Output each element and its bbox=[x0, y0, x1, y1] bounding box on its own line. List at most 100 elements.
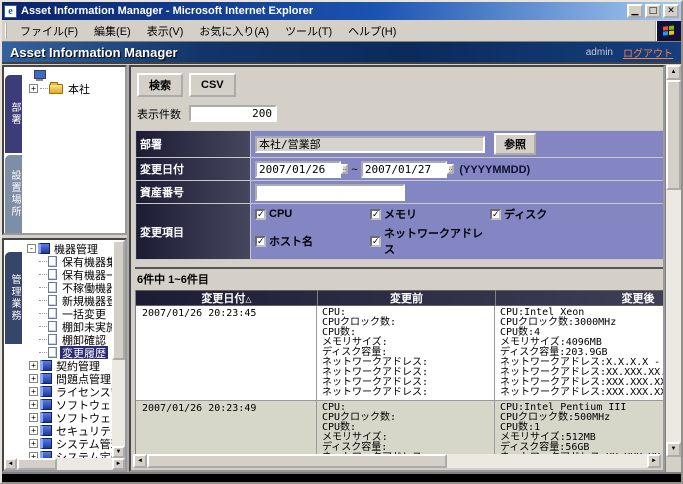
tree-connector bbox=[39, 287, 47, 288]
tree-item-leaf[interactable]: 新規機器登録 bbox=[25, 294, 112, 307]
menu-help[interactable]: ヘルプ(H) bbox=[340, 20, 404, 42]
expand-icon[interactable] bbox=[29, 361, 38, 370]
sidebar-horizontal-scrollbar[interactable] bbox=[4, 458, 125, 470]
expand-icon[interactable] bbox=[29, 387, 38, 396]
tree-connector bbox=[39, 261, 47, 262]
scroll-down-icon[interactable] bbox=[666, 442, 681, 457]
table-row[interactable]: 2007/01/26 20:23:45 CPU: CPUクロック数: CPU数:… bbox=[136, 306, 663, 401]
cell-before: CPU: CPUクロック数: CPU数: メモリサイズ: ディスク容量: ネット… bbox=[317, 306, 495, 400]
checkbox-disk[interactable]: ディスク bbox=[490, 206, 659, 222]
app-header: Asset Information Manager admin ログアウト bbox=[2, 42, 681, 64]
ie-page-icon bbox=[4, 4, 17, 18]
tree-item-group[interactable]: ライセンス管理 bbox=[25, 385, 112, 398]
tree-item-leaf[interactable]: 棚卸確認 bbox=[25, 333, 112, 346]
display-count-input[interactable] bbox=[189, 105, 277, 122]
scroll-down-icon[interactable] bbox=[112, 446, 125, 458]
tree-item-group[interactable]: ソフトウェア適用 bbox=[25, 398, 112, 411]
expand-icon[interactable] bbox=[29, 426, 38, 435]
book-icon bbox=[40, 373, 52, 384]
asset-number-input[interactable] bbox=[255, 183, 405, 201]
checkbox-network-address[interactable]: ネットワークアドレス bbox=[370, 225, 490, 257]
scrollbar-thumb[interactable] bbox=[17, 458, 57, 470]
tab-admin-tasks[interactable]: 管理業務 bbox=[5, 252, 22, 344]
tree-root-network[interactable] bbox=[25, 69, 125, 82]
book-icon bbox=[40, 360, 52, 371]
scroll-right-icon[interactable] bbox=[112, 458, 125, 470]
tree-item-group[interactable]: 契約管理 bbox=[25, 359, 112, 372]
browse-button[interactable]: 参照 bbox=[494, 133, 537, 155]
tree-item-change-history-selected[interactable]: 変更履歴 bbox=[25, 346, 112, 359]
tree-item-kiki-kanri[interactable]: 機器管理 bbox=[25, 242, 112, 255]
table-row[interactable]: 2007/01/26 20:23:49 CPU: CPUクロック数: CPU数:… bbox=[136, 401, 663, 454]
menu-grip[interactable] bbox=[5, 22, 8, 39]
folder-icon bbox=[49, 82, 63, 94]
scroll-right-icon[interactable] bbox=[647, 454, 661, 468]
minimize-button[interactable] bbox=[627, 4, 643, 18]
checked-icon[interactable] bbox=[255, 235, 266, 247]
collapse-icon[interactable] bbox=[27, 244, 36, 253]
date-to-input[interactable] bbox=[360, 160, 447, 178]
sidebar-vertical-scrollbar[interactable] bbox=[112, 240, 125, 458]
tab-location[interactable]: 設置場所 bbox=[5, 155, 22, 233]
cell-before: CPU: CPUクロック数: CPU数: メモリサイズ: ディスク容量: ネット… bbox=[317, 401, 495, 454]
checked-icon[interactable] bbox=[370, 235, 381, 247]
column-change-date[interactable]: 変更日付△ bbox=[136, 290, 317, 306]
expand-icon[interactable] bbox=[29, 374, 38, 383]
window-bottom-border bbox=[2, 472, 681, 482]
checked-icon[interactable] bbox=[370, 208, 381, 220]
logout-link[interactable]: ログアウト bbox=[623, 45, 673, 60]
expand-icon[interactable] bbox=[29, 413, 38, 422]
column-before[interactable]: 変更前 bbox=[317, 290, 495, 306]
main-horizontal-scrollbar[interactable] bbox=[133, 454, 661, 468]
date-picker-icon[interactable] bbox=[341, 164, 349, 175]
tab-department[interactable]: 部署 bbox=[5, 75, 22, 153]
department-input[interactable] bbox=[255, 135, 485, 153]
title-bar[interactable]: Asset Information Manager - Microsoft In… bbox=[2, 2, 681, 20]
scroll-left-icon[interactable] bbox=[4, 458, 17, 470]
tree-item-leaf[interactable]: 不稼働機器一覧 bbox=[25, 281, 112, 294]
results-header-row: 変更日付△ 変更前 変更後 bbox=[136, 290, 663, 306]
tree-connector bbox=[39, 313, 47, 314]
scrollbar-thumb[interactable] bbox=[147, 454, 447, 468]
tree-item-leaf[interactable]: 一括変更 bbox=[25, 307, 112, 320]
date-from-input[interactable] bbox=[255, 160, 341, 178]
tree-item-group[interactable]: 問題点管理 bbox=[25, 372, 112, 385]
tree-item-honsha[interactable]: 本社 bbox=[25, 82, 125, 95]
date-picker-icon[interactable] bbox=[446, 164, 455, 175]
column-after[interactable]: 変更後 bbox=[495, 290, 663, 306]
checkbox-hostname[interactable]: ホスト名 bbox=[255, 225, 370, 257]
menu-view[interactable]: 表示(V) bbox=[139, 20, 192, 42]
csv-button[interactable]: CSV bbox=[189, 73, 236, 97]
tree-item-leaf[interactable]: 棚卸未実施機器 bbox=[25, 320, 112, 333]
scroll-left-icon[interactable] bbox=[133, 454, 147, 468]
tree-item-group[interactable]: ソフトウェア利用 bbox=[25, 411, 112, 424]
tree-item-group[interactable]: システム管理 bbox=[25, 437, 112, 450]
expand-icon[interactable] bbox=[29, 84, 38, 93]
checkbox-cpu[interactable]: CPU bbox=[255, 206, 370, 222]
scrollbar-thumb[interactable] bbox=[666, 80, 681, 190]
tree-item-leaf[interactable]: 保有機器集計 bbox=[25, 255, 112, 268]
tree-connector bbox=[39, 352, 47, 353]
book-icon bbox=[40, 399, 52, 410]
maximize-button[interactable] bbox=[645, 4, 661, 18]
checked-icon[interactable] bbox=[255, 208, 266, 220]
menu-edit[interactable]: 編集(E) bbox=[86, 20, 139, 42]
checked-icon[interactable] bbox=[490, 208, 501, 220]
results-table-viewport: 変更日付△ 変更前 変更後 2007/01/26 20:23:45 CPU: C… bbox=[135, 290, 663, 454]
close-button[interactable] bbox=[663, 4, 679, 18]
menu-favorites[interactable]: お気に入り(A) bbox=[191, 20, 277, 42]
change-items-label: 変更項目 bbox=[135, 203, 251, 260]
scroll-up-icon[interactable] bbox=[666, 65, 681, 80]
expand-icon[interactable] bbox=[29, 439, 38, 448]
search-button[interactable]: 検索 bbox=[137, 73, 183, 97]
checkbox-memory[interactable]: メモリ bbox=[370, 206, 490, 222]
menu-tools[interactable]: ツール(T) bbox=[277, 20, 340, 42]
main-vertical-scrollbar[interactable] bbox=[665, 65, 681, 472]
scrollbar-thumb[interactable] bbox=[112, 240, 125, 360]
tree-connector bbox=[39, 326, 47, 327]
cell-after: CPU:Intel Xeon CPUクロック数:3000MHz CPU数:4 メ… bbox=[500, 307, 663, 398]
tree-item-group[interactable]: セキュリティ管理 bbox=[25, 424, 112, 437]
menu-file[interactable]: ファイル(F) bbox=[12, 20, 86, 42]
expand-icon[interactable] bbox=[29, 400, 38, 409]
tree-item-leaf[interactable]: 保有機器一覧 bbox=[25, 268, 112, 281]
